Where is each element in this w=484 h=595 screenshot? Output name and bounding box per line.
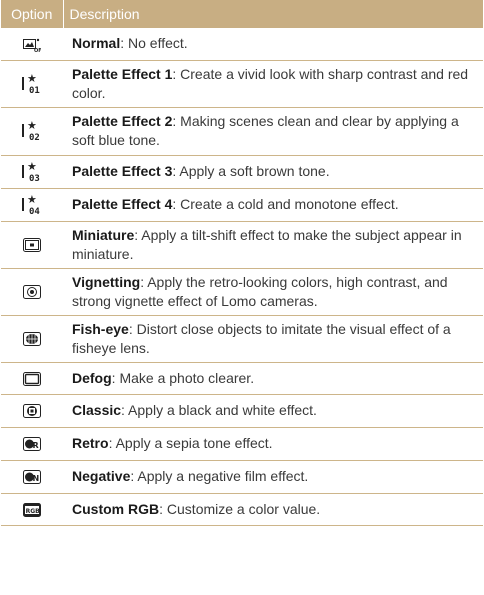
defog-icon xyxy=(1,362,63,395)
normal-off-icon: OFF xyxy=(1,28,63,61)
vignetting-icon xyxy=(1,268,63,316)
table-row: ★ 03 Palette Effect 3: Apply a soft brown… xyxy=(1,155,483,189)
svg-text:RGB: RGB xyxy=(26,508,41,515)
effect-name: Custom RGB xyxy=(72,500,160,517)
effect-name: Miniature xyxy=(72,226,135,243)
effect-name: Retro xyxy=(72,435,109,451)
table-row: N Negative: Apply a negative film effect… xyxy=(1,460,483,494)
header-description: Description xyxy=(63,0,484,28)
table-header: Option Description xyxy=(1,0,484,28)
effect-name: Palette Effect 3 xyxy=(72,163,173,179)
effect-name: Defog xyxy=(72,369,112,386)
svg-text:OFF: OFF xyxy=(34,48,41,52)
effect-description: : Distort close objects to imitate the v… xyxy=(72,320,451,356)
effect-description: : Customize a color value. xyxy=(159,500,321,517)
palette-4-icon: ★ 04 xyxy=(1,188,63,222)
table-row: Defog: Make a photo clearer. xyxy=(1,362,483,395)
effect-description: : No effect. xyxy=(120,35,188,52)
effect-name: Fish-eye xyxy=(72,320,129,337)
effect-description: : Make a photo clearer. xyxy=(111,369,255,386)
table-row: Miniature: Apply a tilt-shift effect to … xyxy=(1,221,483,269)
effect-name: Classic xyxy=(72,402,122,418)
table-row: Vignetting: Apply the retro-looking colo… xyxy=(1,268,483,316)
table-row: RGB Custom RGB: Customize a color value. xyxy=(1,493,483,526)
table-row: OFF Normal: No effect. xyxy=(1,28,483,61)
negative-icon: N xyxy=(1,460,63,494)
effect-name: Vignetting xyxy=(72,273,141,290)
effect-name: Normal xyxy=(72,35,121,52)
palette-number: 01 xyxy=(29,85,40,96)
effect-name: Palette Effect 1 xyxy=(72,65,173,82)
table-row: R Retro: Apply a sepia tone effect. xyxy=(1,427,483,461)
effect-name: Negative xyxy=(72,468,131,484)
header-option: Option xyxy=(1,0,64,28)
effect-description: : Apply a black and white effect. xyxy=(121,402,317,418)
palette-number: 04 xyxy=(29,206,40,217)
palette-number: 03 xyxy=(29,173,40,184)
fish-eye-icon xyxy=(1,315,63,363)
effect-description: : Apply a negative film effect. xyxy=(130,468,309,484)
palette-number: 02 xyxy=(29,133,40,144)
palette-1-icon: ★ 01 xyxy=(1,60,63,108)
svg-text:R: R xyxy=(33,441,39,450)
svg-text:N: N xyxy=(33,474,40,483)
palette-2-icon: ★ 02 xyxy=(1,107,63,156)
custom-rgb-icon: RGB xyxy=(1,493,63,526)
effect-description: : Apply a soft brown tone. xyxy=(172,163,330,179)
miniature-icon xyxy=(1,221,63,269)
palette-3-icon: ★ 03 xyxy=(1,155,63,189)
effects-table: Option Description OFF Normal: No effect… xyxy=(1,0,484,526)
effect-description: : Apply a sepia tone effect. xyxy=(108,435,273,451)
effect-name: Palette Effect 4 xyxy=(72,196,173,212)
effect-description: : Create a cold and monotone effect. xyxy=(172,196,399,212)
table-row: ★ 01 Palette Effect 1: Create a vivid loo… xyxy=(1,60,483,108)
classic-icon xyxy=(1,394,63,428)
table-row: ★ 04 Palette Effect 4: Create a cold and … xyxy=(1,188,483,222)
table-row: ★ 02 Palette Effect 2: Making scenes clea… xyxy=(1,107,483,156)
table-row: Classic: Apply a black and white effect. xyxy=(1,394,483,428)
table-row: Fish-eye: Distort close objects to imita… xyxy=(1,315,483,363)
retro-icon: R xyxy=(1,427,63,461)
effect-name: Palette Effect 2 xyxy=(72,113,173,129)
